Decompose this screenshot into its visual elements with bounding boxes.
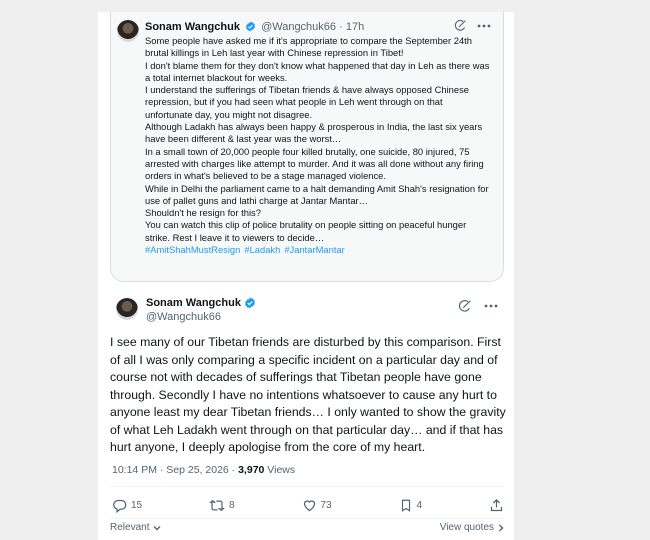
repost-count: 8 bbox=[229, 500, 235, 511]
quoted-header-icons bbox=[454, 19, 491, 32]
tweet-timestamp[interactable]: 10:14 PM · Sep 25, 2026 bbox=[112, 464, 229, 476]
dot-separator: · bbox=[231, 464, 236, 476]
tweet-card: Sonam Wangchuk @Wangchuk66 · 17h Some pe… bbox=[98, 12, 514, 540]
hashtag-link[interactable]: #JantarMantar bbox=[284, 244, 344, 255]
chevron-down-icon bbox=[153, 525, 161, 531]
bookmark-count: 4 bbox=[416, 500, 423, 511]
author-name[interactable]: Sonam Wangchuk bbox=[146, 296, 241, 310]
relevant-sort-button[interactable]: Relevant bbox=[110, 522, 161, 533]
tweet-text: I see many of our Tibetan friends are di… bbox=[110, 334, 508, 457]
share-icon bbox=[489, 498, 504, 513]
view-quotes-link[interactable]: View quotes bbox=[440, 522, 504, 533]
more-icon[interactable] bbox=[477, 24, 491, 28]
tweet-text-content: I see many of our Tibetan friends are di… bbox=[110, 335, 506, 454]
divider bbox=[110, 518, 504, 519]
reply-button[interactable]: 15 bbox=[112, 498, 142, 513]
quoted-time[interactable]: 17h bbox=[346, 21, 364, 33]
quoted-tweet-header: Sonam Wangchuk @Wangchuk66 · 17h bbox=[145, 20, 364, 34]
bookmark-button[interactable]: 4 bbox=[399, 498, 423, 513]
hashtag-link[interactable]: #Ladakh bbox=[244, 244, 280, 255]
views-label: Views bbox=[267, 464, 296, 476]
quoted-paragraph: While in Delhi the parliament came to a … bbox=[145, 182, 489, 206]
grok-icon[interactable] bbox=[458, 299, 472, 313]
divider bbox=[110, 486, 504, 487]
author-name-row: Sonam Wangchuk bbox=[146, 296, 256, 310]
share-button[interactable] bbox=[489, 498, 504, 513]
quoted-paragraph: I don't blame them for they don't know w… bbox=[145, 59, 490, 83]
quoted-paragraph: Some people have asked me if it's approp… bbox=[145, 35, 472, 59]
dot-separator: · bbox=[339, 21, 343, 33]
more-icon[interactable] bbox=[484, 304, 498, 308]
action-bar: 15 8 73 4 bbox=[112, 498, 504, 513]
quoted-paragraph: I understand the sufferings of Tibetan f… bbox=[145, 84, 469, 120]
tweet-header: Sonam Wangchuk @Wangchuk66 bbox=[146, 296, 256, 324]
tweet-meta: 10:14 PM · Sep 25, 2026 · 3,970 Views bbox=[112, 464, 295, 476]
replies-footer: Relevant View quotes bbox=[110, 522, 504, 533]
quoted-paragraph: You can watch this clip of police brutal… bbox=[145, 219, 467, 243]
view-quotes-label: View quotes bbox=[439, 522, 494, 533]
quoted-author-handle[interactable]: @Wangchuk66 bbox=[261, 21, 336, 33]
reply-icon bbox=[112, 498, 127, 513]
quoted-tweet[interactable]: Sonam Wangchuk @Wangchuk66 · 17h Some pe… bbox=[110, 12, 504, 282]
hashtag-link[interactable]: #AmitShahMustResign bbox=[145, 244, 240, 255]
hashtag-list: #AmitShahMustResign #Ladakh #JantarMantar bbox=[145, 244, 490, 256]
like-button[interactable]: 73 bbox=[302, 498, 332, 513]
views-count: 3,970 bbox=[238, 464, 265, 476]
reply-count: 15 bbox=[131, 500, 143, 511]
like-count: 73 bbox=[320, 500, 332, 511]
quoted-paragraph: In a small town of 20,000 people four ki… bbox=[145, 145, 484, 182]
bookmark-icon bbox=[399, 498, 413, 513]
quoted-tweet-text: Some people have asked me if it's approp… bbox=[145, 35, 490, 256]
verified-badge-icon bbox=[245, 21, 256, 32]
tweet-header-icons bbox=[458, 299, 498, 313]
author-handle[interactable]: @Wangchuk66 bbox=[146, 310, 256, 324]
repost-button[interactable]: 8 bbox=[209, 498, 235, 513]
chevron-right-icon bbox=[498, 524, 504, 532]
quoted-author-avatar[interactable] bbox=[117, 20, 139, 42]
verified-badge-icon bbox=[244, 297, 256, 309]
repost-icon bbox=[209, 498, 225, 513]
quoted-author-name[interactable]: Sonam Wangchuk bbox=[145, 21, 240, 33]
grok-icon[interactable] bbox=[454, 19, 467, 32]
quoted-paragraph: Although Ladakh has always been happy & … bbox=[145, 121, 483, 145]
like-icon bbox=[302, 498, 317, 513]
author-avatar[interactable] bbox=[116, 298, 138, 320]
relevant-label: Relevant bbox=[110, 522, 150, 533]
quoted-paragraph: Shouldn't he resign for this? bbox=[145, 207, 261, 219]
